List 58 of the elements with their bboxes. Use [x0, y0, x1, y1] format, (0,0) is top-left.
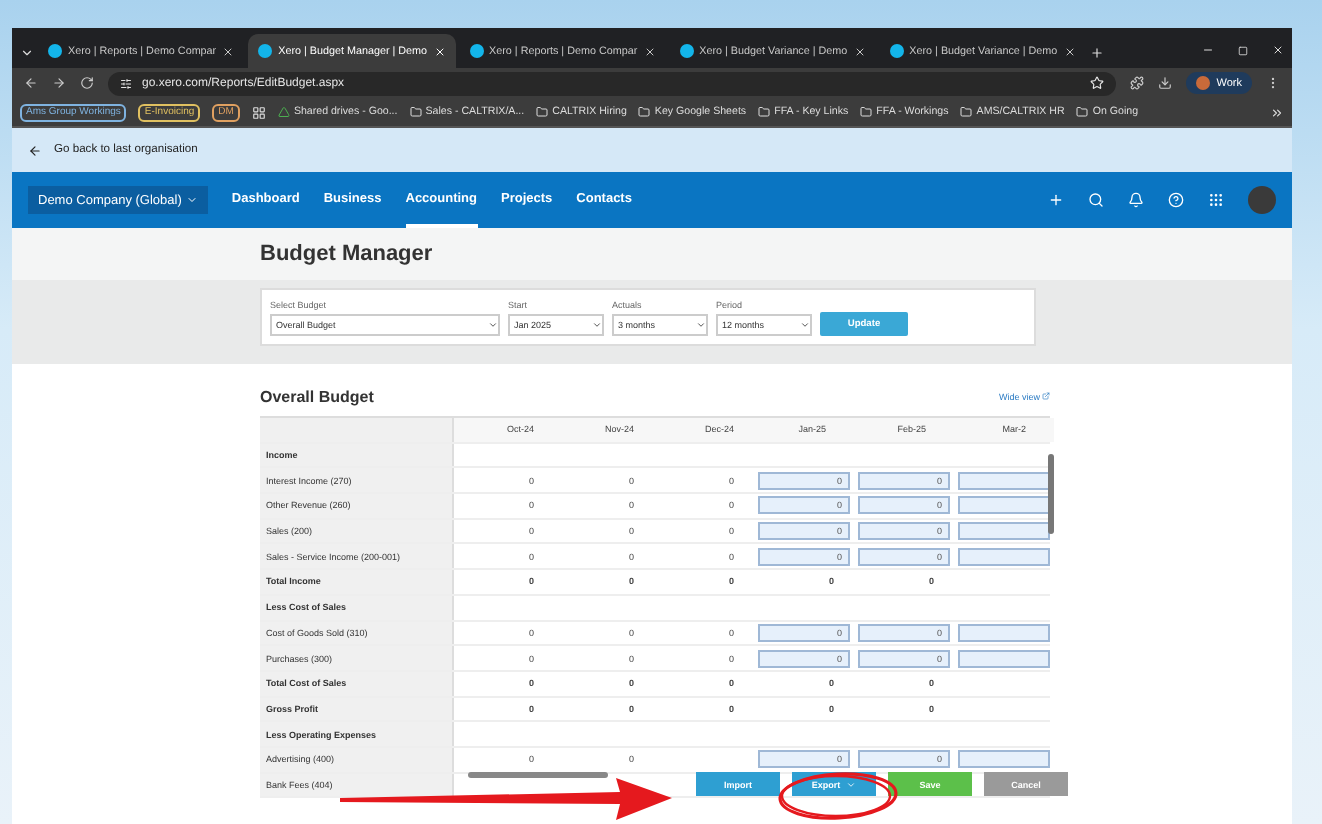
- maximize-icon[interactable]: [1238, 46, 1248, 56]
- drive-icon[interactable]: [277, 106, 290, 118]
- folder-icon[interactable]: [960, 106, 973, 118]
- close-icon[interactable]: [643, 45, 656, 57]
- tab-list-icon[interactable]: [20, 46, 34, 60]
- caret-icon: [696, 320, 706, 330]
- caret-icon: [185, 194, 198, 206]
- close-icon[interactable]: [1272, 44, 1284, 56]
- forward-icon[interactable]: [52, 76, 66, 90]
- budget-input[interactable]: [958, 471, 1050, 490]
- circle-annotation: [778, 772, 898, 820]
- budget-input[interactable]: [958, 649, 1050, 668]
- search-icon[interactable]: [1088, 192, 1104, 208]
- caret-icon: [800, 320, 810, 330]
- folder-icon[interactable]: [409, 106, 422, 118]
- download-icon[interactable]: [1158, 76, 1173, 90]
- section-title: Overall Budget: [260, 387, 374, 405]
- close-icon[interactable]: [222, 45, 235, 57]
- menu-icon[interactable]: [1266, 76, 1280, 90]
- more-bookmarks-icon[interactable]: [1270, 105, 1284, 119]
- caret-icon: [488, 320, 498, 330]
- xero-favicon-icon: [469, 44, 484, 58]
- add-icon[interactable]: [1048, 192, 1064, 208]
- budget-input[interactable]: [958, 547, 1050, 566]
- minimize-icon[interactable]: [1202, 44, 1214, 56]
- folder-icon[interactable]: [758, 106, 771, 118]
- budget-input[interactable]: [958, 522, 1050, 541]
- site-settings-icon[interactable]: [120, 77, 132, 89]
- caret-icon: [592, 320, 602, 330]
- close-icon[interactable]: [853, 45, 866, 57]
- reload-icon[interactable]: [80, 76, 94, 90]
- close-icon[interactable]: [1063, 45, 1076, 57]
- budget-input[interactable]: [958, 496, 1050, 515]
- caret-icon: [846, 779, 857, 789]
- avatar-icon: [1196, 76, 1211, 90]
- new-tab-icon[interactable]: [1089, 46, 1104, 60]
- xero-favicon-icon: [679, 44, 694, 58]
- bookmark-star-icon[interactable]: [1090, 76, 1105, 90]
- scrollbar[interactable]: [468, 772, 608, 778]
- budget-input[interactable]: [958, 623, 1050, 642]
- scrollbar[interactable]: [1048, 454, 1054, 534]
- page-title: Budget Manager: [260, 242, 433, 266]
- xero-favicon-icon: [889, 44, 904, 58]
- bell-icon[interactable]: [1128, 192, 1144, 208]
- xero-favicon-icon: [258, 44, 273, 58]
- back-icon[interactable]: [24, 76, 38, 90]
- budget-input[interactable]: [958, 750, 1050, 769]
- xero-favicon-icon: [48, 44, 62, 58]
- extensions-icon[interactable]: [1130, 76, 1145, 90]
- folder-icon[interactable]: [638, 106, 651, 118]
- apps-icon[interactable]: [1208, 192, 1224, 208]
- folder-icon[interactable]: [860, 106, 873, 118]
- folder-icon[interactable]: [536, 106, 549, 118]
- folder-icon[interactable]: [1076, 106, 1089, 118]
- external-link-icon: [1042, 392, 1050, 400]
- back-arrow-icon[interactable]: [28, 143, 42, 157]
- help-icon[interactable]: [1168, 192, 1184, 208]
- apps-icon[interactable]: [251, 105, 266, 119]
